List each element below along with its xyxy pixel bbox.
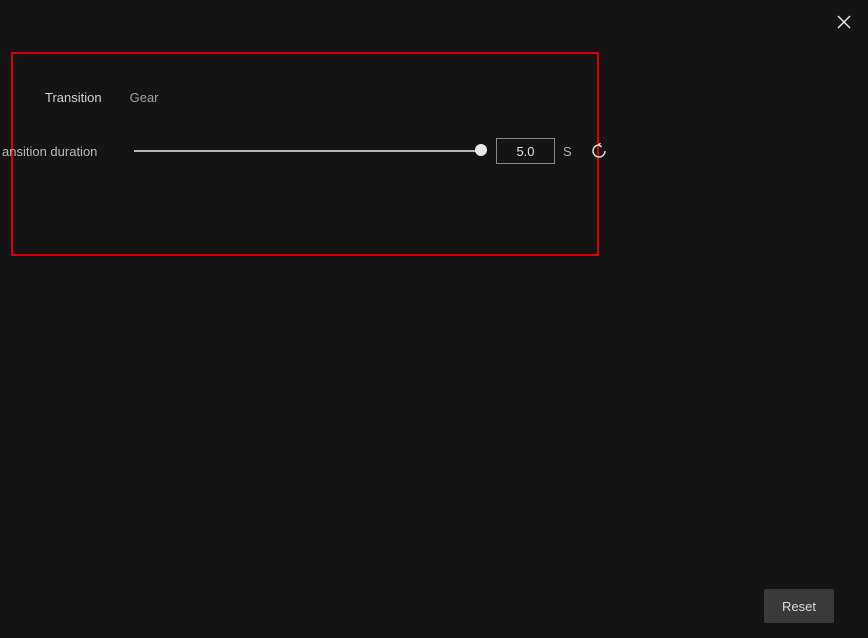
duration-slider[interactable] [134,141,482,161]
tab-gear[interactable]: Gear [130,88,159,107]
duration-input[interactable] [496,138,555,164]
reset-button[interactable]: Reset [764,589,834,623]
duration-row: ansition duration S [0,140,608,162]
close-button[interactable] [832,10,856,34]
close-icon [837,15,851,29]
slider-thumb[interactable] [475,144,487,156]
tabs-container: Transition Gear [45,88,159,107]
duration-label: ansition duration [2,144,112,159]
duration-unit-label: S [563,144,572,159]
reset-icon [591,143,607,159]
slider-track [134,150,482,152]
tab-transition[interactable]: Transition [45,88,102,107]
reset-duration-button[interactable] [590,142,608,160]
